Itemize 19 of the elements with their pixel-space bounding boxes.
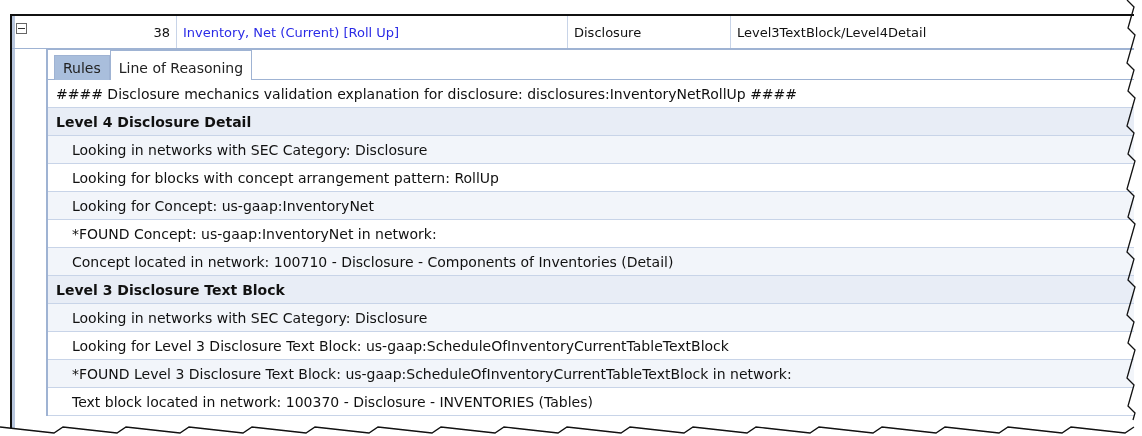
pattern-cell: Level3TextBlock/Level4Detail (737, 24, 927, 40)
reasoning-line: Concept located in network: 100710 - Disclosure - Components of Inventories (Detail) (72, 253, 674, 270)
reasoning-line: Looking in networks with SEC Category: Disclosure (72, 141, 428, 158)
collapse-icon[interactable] (16, 23, 27, 34)
concept-link[interactable]: Inventory, Net (Current) [Roll Up] (183, 24, 400, 40)
section-heading: Level 4 Disclosure Detail (56, 113, 252, 130)
reasoning-line: Looking for Concept: us-gaap:InventoryNet (72, 197, 374, 214)
reasoning-line: *FOUND Level 3 Disclosure Text Block: us-gaap:ScheduleOfInventoryCurrentTableTextBlock in network: (72, 365, 792, 382)
reasoning-line: Text block located in network: 100370 - Disclosure - INVENTORIES (Tables) (72, 393, 593, 410)
reasoning-line: Looking for blocks with concept arrangement pattern: RollUp (72, 169, 499, 186)
section-heading: Level 3 Disclosure Text Block (56, 281, 285, 298)
tab[interactable]: Rules (54, 55, 110, 80)
tab[interactable]: Line of Reasoning (109, 50, 253, 80)
category-cell: Disclosure (574, 24, 642, 40)
reasoning-line: Looking for Level 3 Disclosure Text Block: us-gaap:ScheduleOfInventoryCurrentTableTextBlock (72, 337, 729, 354)
reasoning-line: Looking in networks with SEC Category: Disclosure (72, 309, 428, 326)
reasoning-line: #### Disclosure mechanics validation explanation for disclosure: disclosures:InventoryNetRollUp #### (56, 85, 798, 102)
reasoning-line: *FOUND Concept: us-gaap:InventoryNet in network: (72, 225, 437, 242)
row-number: 38 (153, 24, 170, 40)
